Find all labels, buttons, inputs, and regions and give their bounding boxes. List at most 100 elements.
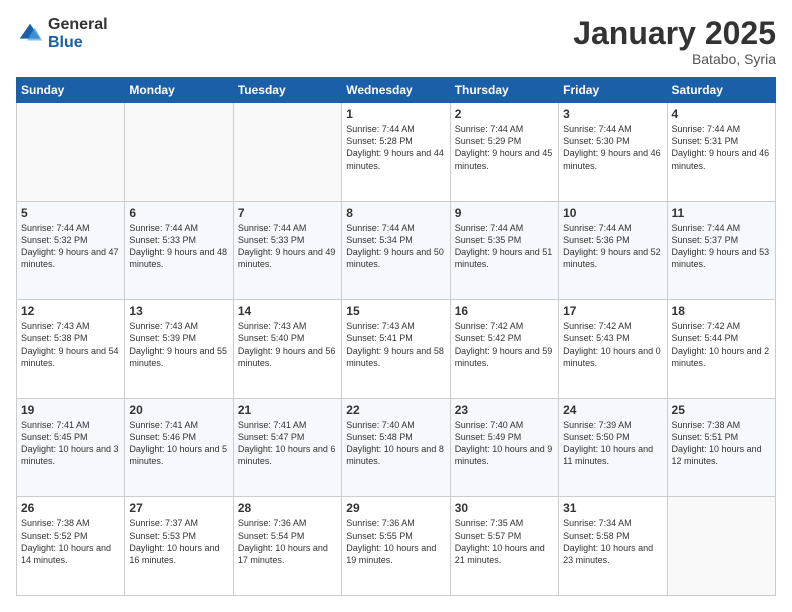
cell-info: Sunrise: 7:43 AMSunset: 5:40 PMDaylight:… xyxy=(238,321,336,367)
day-number: 17 xyxy=(563,304,662,318)
calendar-cell: 14Sunrise: 7:43 AMSunset: 5:40 PMDayligh… xyxy=(233,300,341,399)
location: Batabo, Syria xyxy=(573,51,776,67)
calendar-cell: 26 Sunrise: 7:38 AMSunset: 5:52 PMDayligh… xyxy=(17,497,125,596)
cell-info: Sunrise: 7:42 AMSunset: 5:43 PMDaylight:… xyxy=(563,321,661,367)
calendar-cell: 15 Sunrise: 7:43 AMSunset: 5:41 PMDayligh… xyxy=(342,300,450,399)
calendar-cell: 18 Sunrise: 7:42 AMSunset: 5:44 PMDayligh… xyxy=(667,300,775,399)
day-number: 4 xyxy=(672,107,771,121)
week-row-4: 26 Sunrise: 7:38 AMSunset: 5:52 PMDayligh… xyxy=(17,497,776,596)
calendar-cell: 13Sunrise: 7:43 AMSunset: 5:39 PMDayligh… xyxy=(125,300,233,399)
calendar-cell: 3Sunrise: 7:44 AMSunset: 5:30 PMDaylight… xyxy=(559,103,667,202)
calendar-cell: 22 Sunrise: 7:40 AMSunset: 5:48 PMDayligh… xyxy=(342,398,450,497)
calendar-cell: 17 Sunrise: 7:42 AMSunset: 5:43 PMDayligh… xyxy=(559,300,667,399)
day-number: 30 xyxy=(455,501,554,515)
calendar-cell: 31 Sunrise: 7:34 AMSunset: 5:58 PMDayligh… xyxy=(559,497,667,596)
cell-info: Sunrise: 7:40 AMSunset: 5:49 PMDaylight:… xyxy=(455,420,553,466)
calendar-cell: 1Sunrise: 7:44 AMSunset: 5:28 PMDaylight… xyxy=(342,103,450,202)
weekday-header-saturday: Saturday xyxy=(667,78,775,103)
calendar-cell: 19 Sunrise: 7:41 AMSunset: 5:45 PMDayligh… xyxy=(17,398,125,497)
weekday-header-thursday: Thursday xyxy=(450,78,558,103)
calendar-cell: 25Sunrise: 7:38 AMSunset: 5:51 PMDayligh… xyxy=(667,398,775,497)
header: General Blue January 2025 Batabo, Syria xyxy=(16,16,776,67)
cell-info: Sunrise: 7:41 AMSunset: 5:47 PMDaylight:… xyxy=(238,420,336,466)
weekday-header-friday: Friday xyxy=(559,78,667,103)
weekday-header-wednesday: Wednesday xyxy=(342,78,450,103)
calendar-cell: 7 Sunrise: 7:44 AMSunset: 5:33 PMDaylight… xyxy=(233,201,341,300)
day-number: 28 xyxy=(238,501,337,515)
calendar-cell: 29 Sunrise: 7:36 AMSunset: 5:55 PMDayligh… xyxy=(342,497,450,596)
cell-info: Sunrise: 7:43 AMSunset: 5:38 PMDaylight:… xyxy=(21,321,119,367)
week-row-0: 1Sunrise: 7:44 AMSunset: 5:28 PMDaylight… xyxy=(17,103,776,202)
title-block: January 2025 Batabo, Syria xyxy=(573,16,776,67)
cell-info: Sunrise: 7:44 AMSunset: 5:36 PMDaylight:… xyxy=(563,223,661,269)
week-row-1: 5Sunrise: 7:44 AMSunset: 5:32 PMDaylight… xyxy=(17,201,776,300)
day-number: 29 xyxy=(346,501,445,515)
calendar-cell: 11 Sunrise: 7:44 AMSunset: 5:37 PMDayligh… xyxy=(667,201,775,300)
cell-info: Sunrise: 7:44 AMSunset: 5:30 PMDaylight:… xyxy=(563,124,661,170)
week-row-3: 19 Sunrise: 7:41 AMSunset: 5:45 PMDayligh… xyxy=(17,398,776,497)
day-number: 19 xyxy=(21,403,120,417)
cell-info: Sunrise: 7:44 AMSunset: 5:33 PMDaylight:… xyxy=(129,223,227,269)
cell-info: Sunrise: 7:35 AMSunset: 5:57 PMDaylight:… xyxy=(455,518,545,564)
day-number: 10 xyxy=(563,206,662,220)
cell-info: Sunrise: 7:44 AMSunset: 5:28 PMDaylight:… xyxy=(346,124,444,170)
day-number: 7 xyxy=(238,206,337,220)
weekday-header-monday: Monday xyxy=(125,78,233,103)
cell-info: Sunrise: 7:36 AMSunset: 5:54 PMDaylight:… xyxy=(238,518,328,564)
calendar-cell: 4 Sunrise: 7:44 AMSunset: 5:31 PMDaylight… xyxy=(667,103,775,202)
calendar-table: SundayMondayTuesdayWednesdayThursdayFrid… xyxy=(16,77,776,596)
calendar-cell: 28 Sunrise: 7:36 AMSunset: 5:54 PMDayligh… xyxy=(233,497,341,596)
calendar-cell: 2 Sunrise: 7:44 AMSunset: 5:29 PMDaylight… xyxy=(450,103,558,202)
cell-info: Sunrise: 7:44 AMSunset: 5:34 PMDaylight:… xyxy=(346,223,444,269)
cell-info: Sunrise: 7:41 AMSunset: 5:45 PMDaylight:… xyxy=(21,420,119,466)
calendar-cell: 27 Sunrise: 7:37 AMSunset: 5:53 PMDayligh… xyxy=(125,497,233,596)
day-number: 11 xyxy=(672,206,771,220)
day-number: 21 xyxy=(238,403,337,417)
calendar-cell xyxy=(125,103,233,202)
logo-icon xyxy=(16,20,44,48)
day-number: 15 xyxy=(346,304,445,318)
logo: General Blue xyxy=(16,16,108,51)
calendar-cell xyxy=(17,103,125,202)
calendar-cell: 30 Sunrise: 7:35 AMSunset: 5:57 PMDayligh… xyxy=(450,497,558,596)
cell-info: Sunrise: 7:34 AMSunset: 5:58 PMDaylight:… xyxy=(563,518,653,564)
cell-info: Sunrise: 7:36 AMSunset: 5:55 PMDaylight:… xyxy=(346,518,436,564)
calendar-cell xyxy=(233,103,341,202)
calendar-cell: 16 Sunrise: 7:42 AMSunset: 5:42 PMDayligh… xyxy=(450,300,558,399)
cell-info: Sunrise: 7:38 AMSunset: 5:52 PMDaylight:… xyxy=(21,518,111,564)
day-number: 22 xyxy=(346,403,445,417)
cell-info: Sunrise: 7:42 AMSunset: 5:44 PMDaylight:… xyxy=(672,321,770,367)
weekday-header-sunday: Sunday xyxy=(17,78,125,103)
day-number: 31 xyxy=(563,501,662,515)
day-number: 2 xyxy=(455,107,554,121)
weekday-header-tuesday: Tuesday xyxy=(233,78,341,103)
day-number: 18 xyxy=(672,304,771,318)
cell-info: Sunrise: 7:39 AMSunset: 5:50 PMDaylight:… xyxy=(563,420,653,466)
logo-general-text: General xyxy=(48,16,108,34)
cell-info: Sunrise: 7:44 AMSunset: 5:33 PMDaylight:… xyxy=(238,223,336,269)
calendar-cell xyxy=(667,497,775,596)
day-number: 9 xyxy=(455,206,554,220)
calendar-cell: 10 Sunrise: 7:44 AMSunset: 5:36 PMDayligh… xyxy=(559,201,667,300)
cell-info: Sunrise: 7:37 AMSunset: 5:53 PMDaylight:… xyxy=(129,518,219,564)
week-row-2: 12Sunrise: 7:43 AMSunset: 5:38 PMDayligh… xyxy=(17,300,776,399)
cell-info: Sunrise: 7:44 AMSunset: 5:31 PMDaylight:… xyxy=(672,124,770,170)
cell-info: Sunrise: 7:42 AMSunset: 5:42 PMDaylight:… xyxy=(455,321,553,367)
cell-info: Sunrise: 7:43 AMSunset: 5:39 PMDaylight:… xyxy=(129,321,227,367)
day-number: 6 xyxy=(129,206,228,220)
calendar-cell: 5Sunrise: 7:44 AMSunset: 5:32 PMDaylight… xyxy=(17,201,125,300)
calendar-cell: 21 Sunrise: 7:41 AMSunset: 5:47 PMDayligh… xyxy=(233,398,341,497)
day-number: 26 xyxy=(21,501,120,515)
day-number: 16 xyxy=(455,304,554,318)
calendar-cell: 9Sunrise: 7:44 AMSunset: 5:35 PMDaylight… xyxy=(450,201,558,300)
day-number: 23 xyxy=(455,403,554,417)
cell-info: Sunrise: 7:44 AMSunset: 5:29 PMDaylight:… xyxy=(455,124,553,170)
cell-info: Sunrise: 7:44 AMSunset: 5:32 PMDaylight:… xyxy=(21,223,119,269)
cell-info: Sunrise: 7:44 AMSunset: 5:37 PMDaylight:… xyxy=(672,223,770,269)
calendar-cell: 24Sunrise: 7:39 AMSunset: 5:50 PMDayligh… xyxy=(559,398,667,497)
day-number: 8 xyxy=(346,206,445,220)
day-number: 27 xyxy=(129,501,228,515)
cell-info: Sunrise: 7:40 AMSunset: 5:48 PMDaylight:… xyxy=(346,420,444,466)
cell-info: Sunrise: 7:43 AMSunset: 5:41 PMDaylight:… xyxy=(346,321,444,367)
calendar-cell: 8 Sunrise: 7:44 AMSunset: 5:34 PMDaylight… xyxy=(342,201,450,300)
